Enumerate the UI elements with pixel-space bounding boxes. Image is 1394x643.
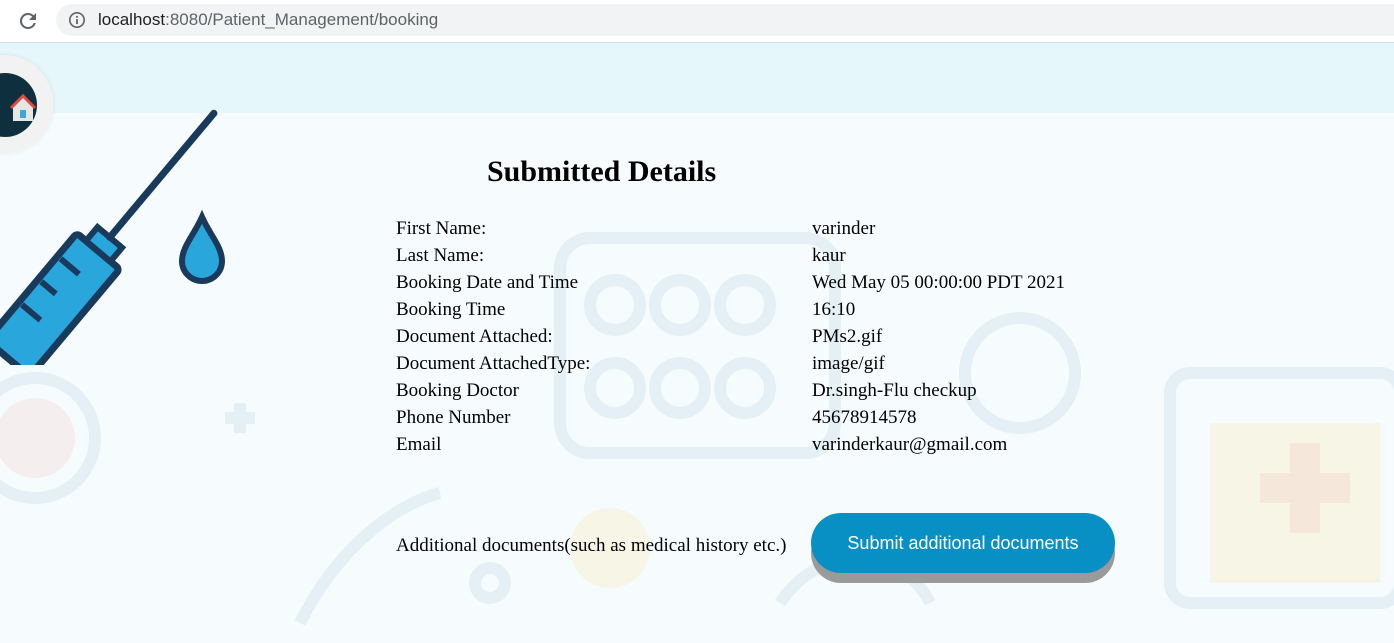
detail-value: 16:10	[812, 299, 856, 320]
detail-value: varinder	[812, 218, 876, 239]
detail-value: Wed May 05 00:00:00 PDT 2021	[812, 272, 1066, 293]
detail-value: Dr.singh-Flu checkup	[812, 380, 977, 401]
url-host: localhost	[98, 10, 166, 29]
page-content: Submitted Details First Name: varinder L…	[0, 43, 1394, 643]
url-text[interactable]: localhost:8080/Patient_Management/bookin…	[98, 10, 438, 30]
detail-label: Document Attached:	[396, 326, 553, 347]
detail-value: varinderkaur@gmail.com	[812, 434, 1008, 455]
detail-label: Booking Time	[396, 299, 506, 320]
page-title: Submitted Details	[487, 155, 717, 188]
address-bar[interactable]: localhost:8080/Patient_Management/bookin…	[56, 4, 1394, 36]
detail-label: Document AttachedType:	[396, 353, 591, 374]
syringe-illustration	[0, 109, 226, 365]
detail-value: kaur	[812, 245, 846, 266]
detail-label: First Name:	[396, 218, 487, 239]
detail-label: Email	[396, 434, 442, 455]
additional-documents-label: Additional documents(such as medical his…	[396, 535, 787, 556]
reload-icon[interactable]	[16, 9, 40, 33]
detail-label: Booking Doctor	[396, 380, 519, 401]
detail-label: Last Name:	[396, 245, 485, 266]
detail-value: PMs2.gif	[812, 326, 883, 347]
info-icon[interactable]	[68, 11, 86, 29]
detail-value: 45678914578	[812, 407, 917, 428]
detail-label: Booking Date and Time	[396, 272, 579, 293]
browser-toolbar: localhost:8080/Patient_Management/bookin…	[0, 0, 1394, 43]
submit-additional-documents-button[interactable]: Submit additional documents	[811, 513, 1115, 573]
url-path: :8080/Patient_Management/booking	[165, 10, 439, 29]
detail-label: Phone Number	[396, 407, 511, 428]
detail-value: image/gif	[812, 353, 885, 374]
additional-documents-row: Additional documents(such as medical his…	[396, 505, 1136, 575]
